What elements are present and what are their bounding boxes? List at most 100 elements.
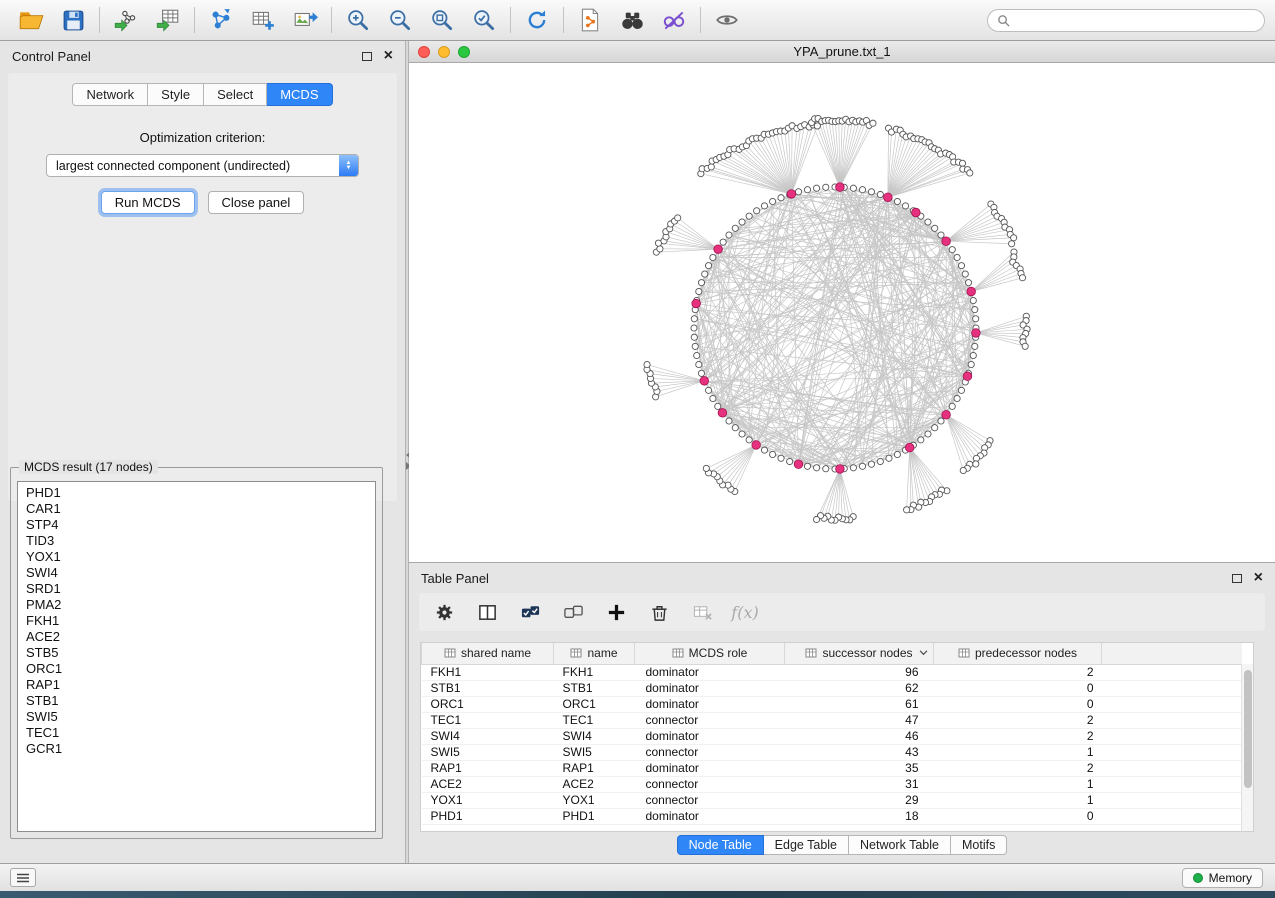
- network-node[interactable]: [850, 465, 856, 471]
- memory-button[interactable]: Memory: [1182, 868, 1263, 888]
- network-node[interactable]: [938, 418, 944, 424]
- search-input[interactable]: [1015, 13, 1255, 27]
- network-node[interactable]: [877, 191, 883, 197]
- dominator-node[interactable]: [718, 409, 727, 418]
- dominator-node[interactable]: [912, 208, 921, 217]
- network-node[interactable]: [761, 447, 767, 453]
- close-panel-icon[interactable]: ×: [384, 49, 393, 63]
- tab-style[interactable]: Style: [148, 83, 204, 106]
- zoom-out-button[interactable]: [379, 3, 421, 37]
- network-node[interactable]: [696, 361, 702, 367]
- result-node[interactable]: ORC1: [18, 661, 375, 677]
- network-node[interactable]: [894, 451, 900, 457]
- table-settings-button[interactable]: [427, 597, 461, 627]
- dominator-node[interactable]: [714, 245, 723, 254]
- network-node[interactable]: [958, 387, 964, 393]
- network-node[interactable]: [787, 458, 793, 464]
- table-row[interactable]: YOX1YOX1connector291: [422, 792, 1243, 808]
- dominator-node[interactable]: [963, 372, 972, 381]
- table-scrollbar-thumb[interactable]: [1244, 670, 1252, 788]
- float-table-panel-icon[interactable]: [1232, 574, 1242, 583]
- close-table-panel-icon[interactable]: ×: [1254, 571, 1263, 585]
- network-node[interactable]: [850, 185, 856, 191]
- network-node[interactable]: [770, 198, 776, 204]
- import-network-button[interactable]: [105, 3, 147, 37]
- network-node[interactable]: [894, 198, 900, 204]
- network-node[interactable]: [804, 187, 810, 193]
- show-all-button[interactable]: [706, 3, 748, 37]
- network-node[interactable]: [720, 239, 726, 245]
- network-node[interactable]: [795, 189, 801, 195]
- network-node[interactable]: [970, 352, 976, 358]
- column-header-name[interactable]: name: [554, 643, 635, 664]
- result-node[interactable]: STP4: [18, 517, 375, 533]
- result-node[interactable]: STB5: [18, 645, 375, 661]
- network-node[interactable]: [868, 189, 874, 195]
- result-node[interactable]: ACE2: [18, 629, 375, 645]
- network-node[interactable]: [761, 203, 767, 209]
- result-node[interactable]: YOX1: [18, 549, 375, 565]
- refresh-button[interactable]: [516, 3, 558, 37]
- float-panel-icon[interactable]: [362, 52, 372, 61]
- result-node[interactable]: PMA2: [18, 597, 375, 613]
- select-all-columns-button[interactable]: [513, 597, 547, 627]
- result-node[interactable]: SWI5: [18, 709, 375, 725]
- network-node[interactable]: [732, 225, 738, 231]
- network-node[interactable]: [938, 232, 944, 238]
- dominator-node[interactable]: [905, 443, 914, 452]
- column-header-successor-nodes[interactable]: successor nodes: [785, 643, 934, 664]
- network-node[interactable]: [691, 316, 697, 322]
- network-node[interactable]: [968, 361, 974, 367]
- network-node[interactable]: [967, 170, 973, 176]
- network-node[interactable]: [703, 465, 709, 471]
- table-row[interactable]: TEC1TEC1connector472: [422, 712, 1243, 728]
- network-node[interactable]: [949, 403, 955, 409]
- network-node[interactable]: [868, 461, 874, 467]
- tab-node-table[interactable]: Node Table: [677, 835, 764, 855]
- result-node[interactable]: SRD1: [18, 581, 375, 597]
- network-node[interactable]: [958, 263, 964, 269]
- dominator-node[interactable]: [692, 299, 701, 308]
- network-node[interactable]: [954, 395, 960, 401]
- network-node[interactable]: [696, 288, 702, 294]
- network-node[interactable]: [970, 297, 976, 303]
- network-node[interactable]: [902, 203, 908, 209]
- table-row[interactable]: SWI5SWI5connector431: [422, 744, 1243, 760]
- network-node[interactable]: [813, 465, 819, 471]
- run-mcds-button[interactable]: Run MCDS: [101, 191, 195, 214]
- hide-selection-button[interactable]: [653, 3, 695, 37]
- tab-network[interactable]: Network: [72, 83, 148, 106]
- result-node[interactable]: TID3: [18, 533, 375, 549]
- export-image-button[interactable]: [284, 3, 326, 37]
- network-node[interactable]: [691, 325, 697, 331]
- close-panel-button[interactable]: Close panel: [208, 191, 305, 214]
- dominator-node[interactable]: [700, 377, 709, 386]
- result-node[interactable]: CAR1: [18, 501, 375, 517]
- column-header-shared-name[interactable]: shared name: [422, 643, 554, 664]
- network-node[interactable]: [705, 263, 711, 269]
- network-node[interactable]: [657, 246, 663, 252]
- network-node[interactable]: [778, 195, 784, 201]
- network-node[interactable]: [972, 306, 978, 312]
- network-node[interactable]: [965, 280, 971, 286]
- table-row[interactable]: FKH1FKH1dominator962: [422, 664, 1243, 680]
- network-node[interactable]: [710, 395, 716, 401]
- zoom-in-button[interactable]: [337, 3, 379, 37]
- import-table-button[interactable]: [147, 3, 189, 37]
- network-node[interactable]: [754, 208, 760, 214]
- new-table-button[interactable]: [242, 3, 284, 37]
- network-node[interactable]: [746, 437, 752, 443]
- tab-select[interactable]: Select: [204, 83, 267, 106]
- sort-descending-icon[interactable]: [919, 650, 928, 656]
- dominator-node[interactable]: [836, 465, 845, 474]
- network-node[interactable]: [904, 507, 910, 513]
- dominator-node[interactable]: [752, 441, 761, 450]
- dominator-node[interactable]: [942, 237, 951, 246]
- network-node[interactable]: [1011, 235, 1017, 241]
- network-node[interactable]: [708, 164, 714, 170]
- network-node[interactable]: [692, 343, 698, 349]
- result-node[interactable]: SWI4: [18, 565, 375, 581]
- network-node[interactable]: [925, 219, 931, 225]
- result-node[interactable]: FKH1: [18, 613, 375, 629]
- network-node[interactable]: [698, 370, 704, 376]
